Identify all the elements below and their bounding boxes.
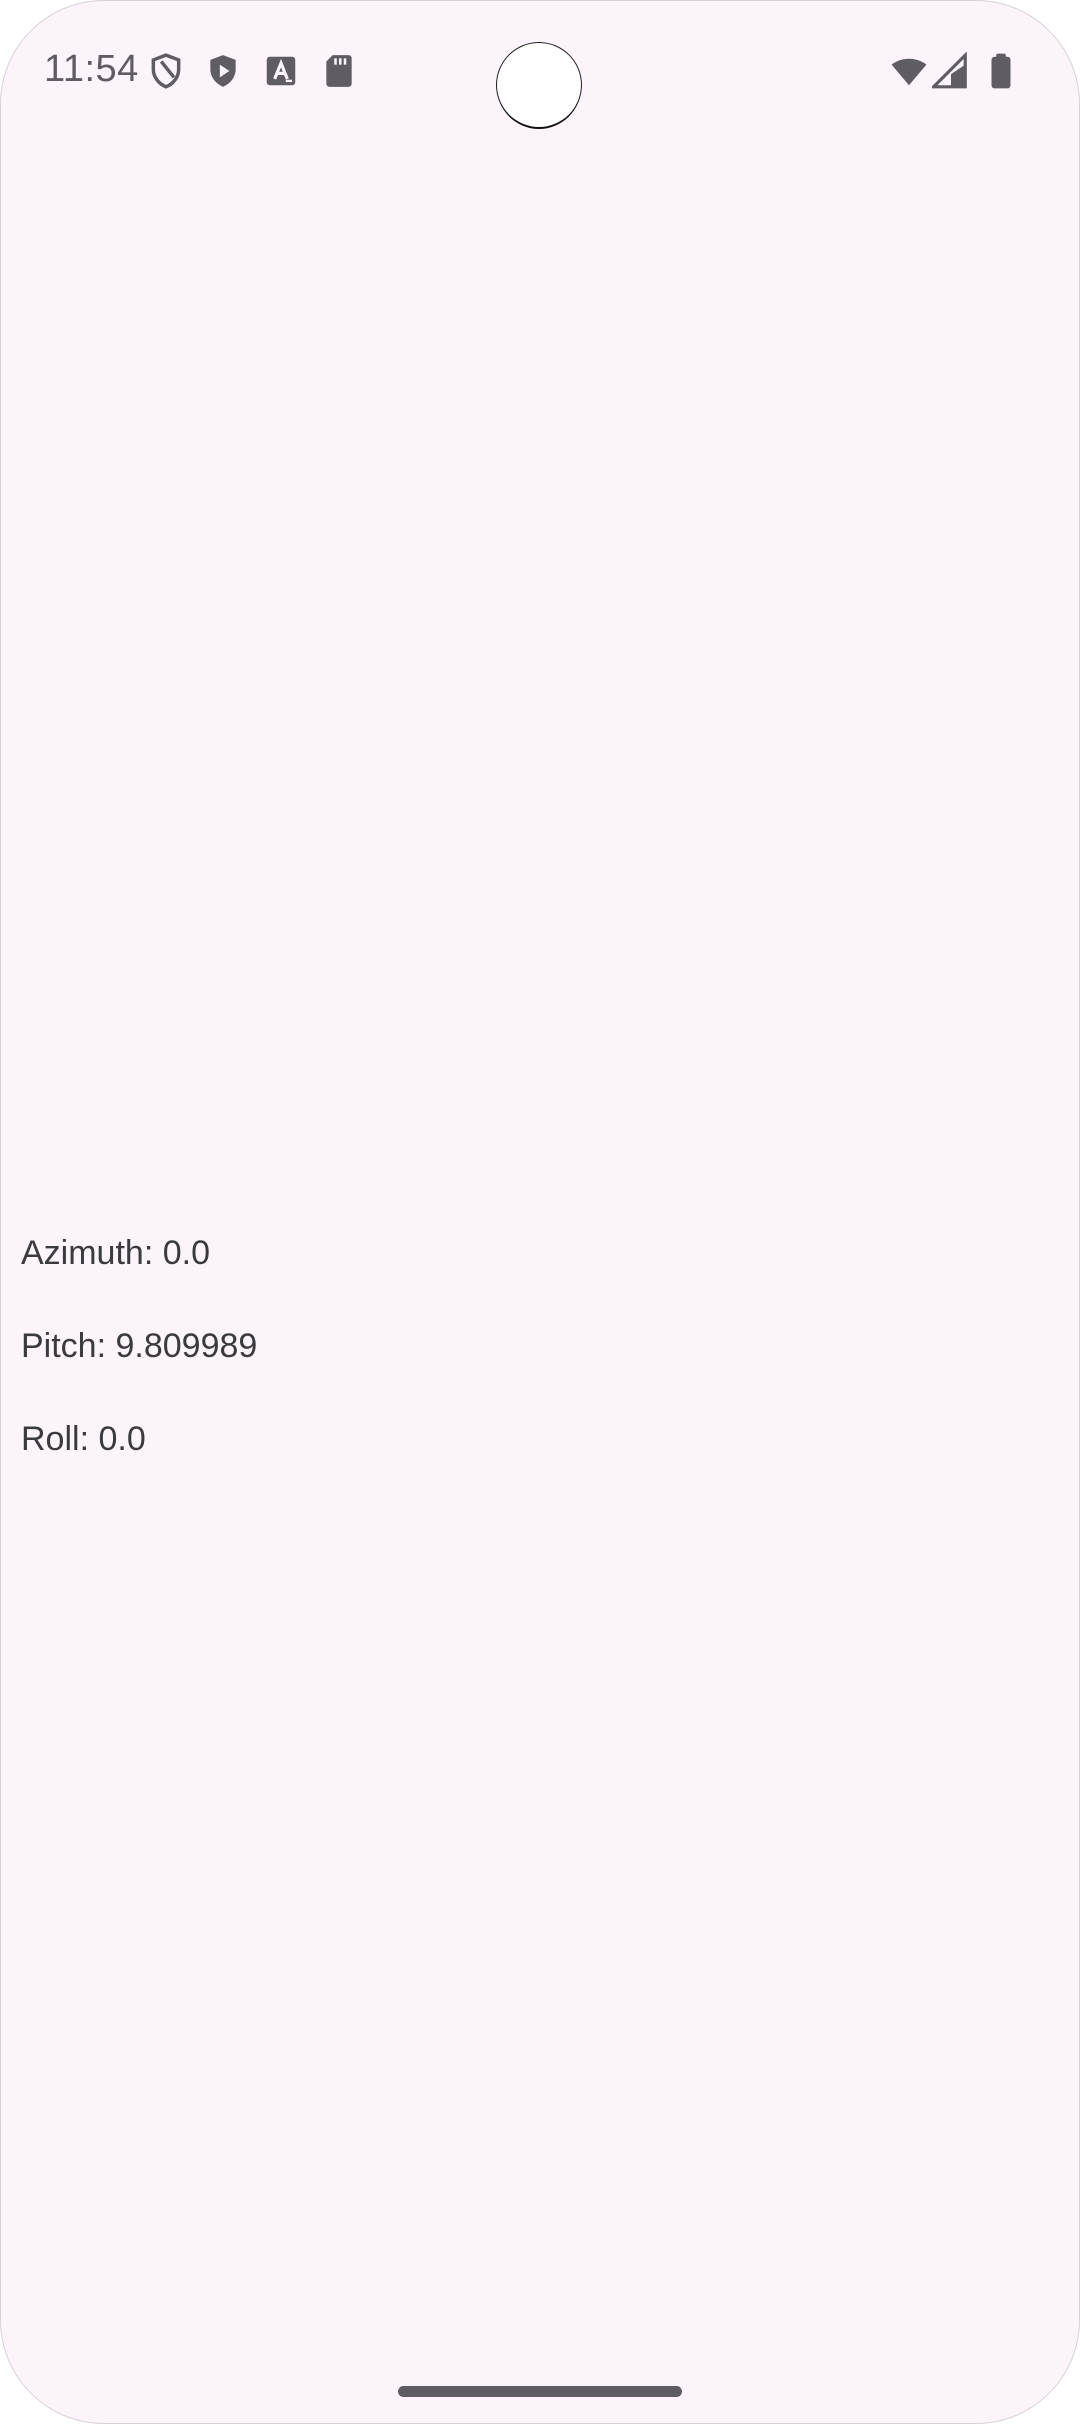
roll-reading: Roll: 0.0 <box>21 1420 146 1458</box>
status-time: 11:54 <box>44 48 139 90</box>
battery-icon <box>982 52 1020 90</box>
play-shield-icon <box>204 52 242 90</box>
font-a-icon <box>262 52 300 90</box>
front-camera-cutout <box>497 43 581 127</box>
home-gesture-handle[interactable] <box>398 2386 682 2397</box>
cellular-signal-icon <box>932 52 970 90</box>
sensor-readings: Azimuth: 0.0 Pitch: 9.809989 Roll: 0.0 <box>21 1228 257 1507</box>
azimuth-reading: Azimuth: 0.0 <box>21 1234 210 1272</box>
app-screen: 11:54 Azimuth: 0.0 Pitch: 9.809989 Roll:… <box>0 0 1080 2424</box>
wifi-icon <box>888 52 930 90</box>
pitch-reading: Pitch: 9.809989 <box>21 1327 258 1365</box>
shield-outline-icon <box>147 52 185 90</box>
sd-card-icon <box>320 52 358 90</box>
